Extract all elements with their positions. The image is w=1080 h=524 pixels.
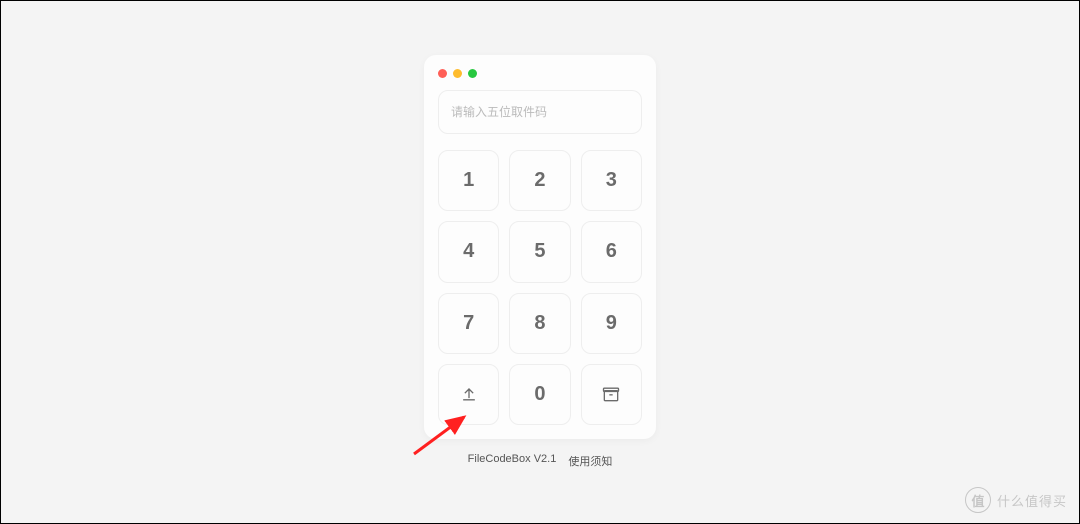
window-controls (438, 69, 642, 78)
app-name: FileCodeBox V2.1 (468, 453, 557, 469)
box-icon (601, 384, 621, 404)
footer: FileCodeBox V2.1 使用须知 (468, 453, 613, 469)
key-1[interactable]: 1 (438, 150, 499, 211)
key-4[interactable]: 4 (438, 221, 499, 282)
watermark: 值 什么值得买 (965, 487, 1067, 513)
key-5[interactable]: 5 (509, 221, 570, 282)
code-input-card: 1 2 3 4 5 6 7 8 9 0 (424, 55, 656, 439)
keypad: 1 2 3 4 5 6 7 8 9 0 (438, 150, 642, 425)
usage-notice-link[interactable]: 使用须知 (568, 453, 612, 469)
key-box[interactable] (581, 364, 642, 425)
key-7[interactable]: 7 (438, 293, 499, 354)
key-8[interactable]: 8 (509, 293, 570, 354)
key-upload[interactable] (438, 364, 499, 425)
key-9[interactable]: 9 (581, 293, 642, 354)
key-3[interactable]: 3 (581, 150, 642, 211)
key-2[interactable]: 2 (509, 150, 570, 211)
maximize-dot[interactable] (468, 69, 477, 78)
watermark-badge: 值 (965, 487, 991, 513)
minimize-dot[interactable] (453, 69, 462, 78)
upload-icon (459, 384, 479, 404)
watermark-text: 什么值得买 (997, 491, 1067, 510)
code-input[interactable] (438, 90, 642, 134)
close-dot[interactable] (438, 69, 447, 78)
key-0[interactable]: 0 (509, 364, 570, 425)
key-6[interactable]: 6 (581, 221, 642, 282)
